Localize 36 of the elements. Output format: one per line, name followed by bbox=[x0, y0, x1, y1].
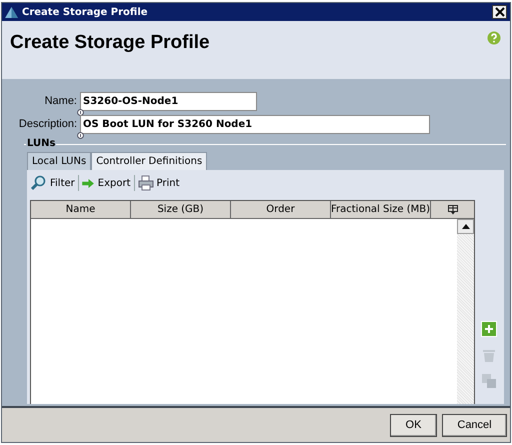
add-button[interactable] bbox=[482, 322, 496, 336]
trash-icon bbox=[482, 348, 496, 362]
window-title: Create Storage Profile bbox=[22, 6, 149, 18]
text-field[interactable]: S3260-OS-Node1 bbox=[80, 92, 257, 111]
dialog-button[interactable]: Cancel bbox=[442, 414, 507, 436]
help-icon[interactable] bbox=[487, 31, 501, 45]
arrow-icon bbox=[82, 178, 95, 188]
column-header[interactable]: Size (GB) bbox=[131, 201, 231, 219]
close-button[interactable] bbox=[492, 5, 507, 19]
column-chooser-button[interactable] bbox=[431, 201, 474, 219]
magnifier-icon bbox=[31, 175, 47, 191]
copy-icon bbox=[482, 374, 496, 388]
tab[interactable]: Local LUNs bbox=[27, 152, 92, 170]
info-marker-icon bbox=[77, 132, 84, 139]
columns-icon bbox=[448, 204, 458, 214]
column-header[interactable]: Name bbox=[31, 201, 131, 219]
scrollbar[interactable] bbox=[457, 219, 474, 404]
group-title: LUNs bbox=[26, 138, 56, 149]
scroll-up-button[interactable] bbox=[457, 219, 474, 234]
pyramid-icon bbox=[5, 6, 18, 18]
toolbar-button[interactable]: Filter bbox=[30, 175, 76, 191]
toolbar-button[interactable]: Export bbox=[80, 178, 132, 188]
up-triangle-icon bbox=[462, 224, 470, 229]
printer-icon bbox=[138, 175, 154, 191]
toolbar-button[interactable]: Print bbox=[136, 175, 181, 191]
field-label: Description: bbox=[18, 117, 78, 132]
text-field[interactable]: OS Boot LUN for S3260 Node1 bbox=[80, 115, 430, 134]
column-header[interactable]: Order bbox=[231, 201, 331, 219]
info-marker-icon bbox=[77, 109, 84, 116]
close-icon bbox=[494, 7, 504, 17]
dialog-heading: Create Storage Profile bbox=[10, 32, 210, 54]
field-label: Name: bbox=[44, 94, 78, 109]
dialog-button[interactable]: OK bbox=[390, 414, 437, 436]
plus-icon bbox=[482, 322, 496, 336]
column-header[interactable]: Fractional Size (MB) bbox=[331, 201, 431, 219]
tab[interactable]: Controller Definitions bbox=[91, 152, 208, 170]
